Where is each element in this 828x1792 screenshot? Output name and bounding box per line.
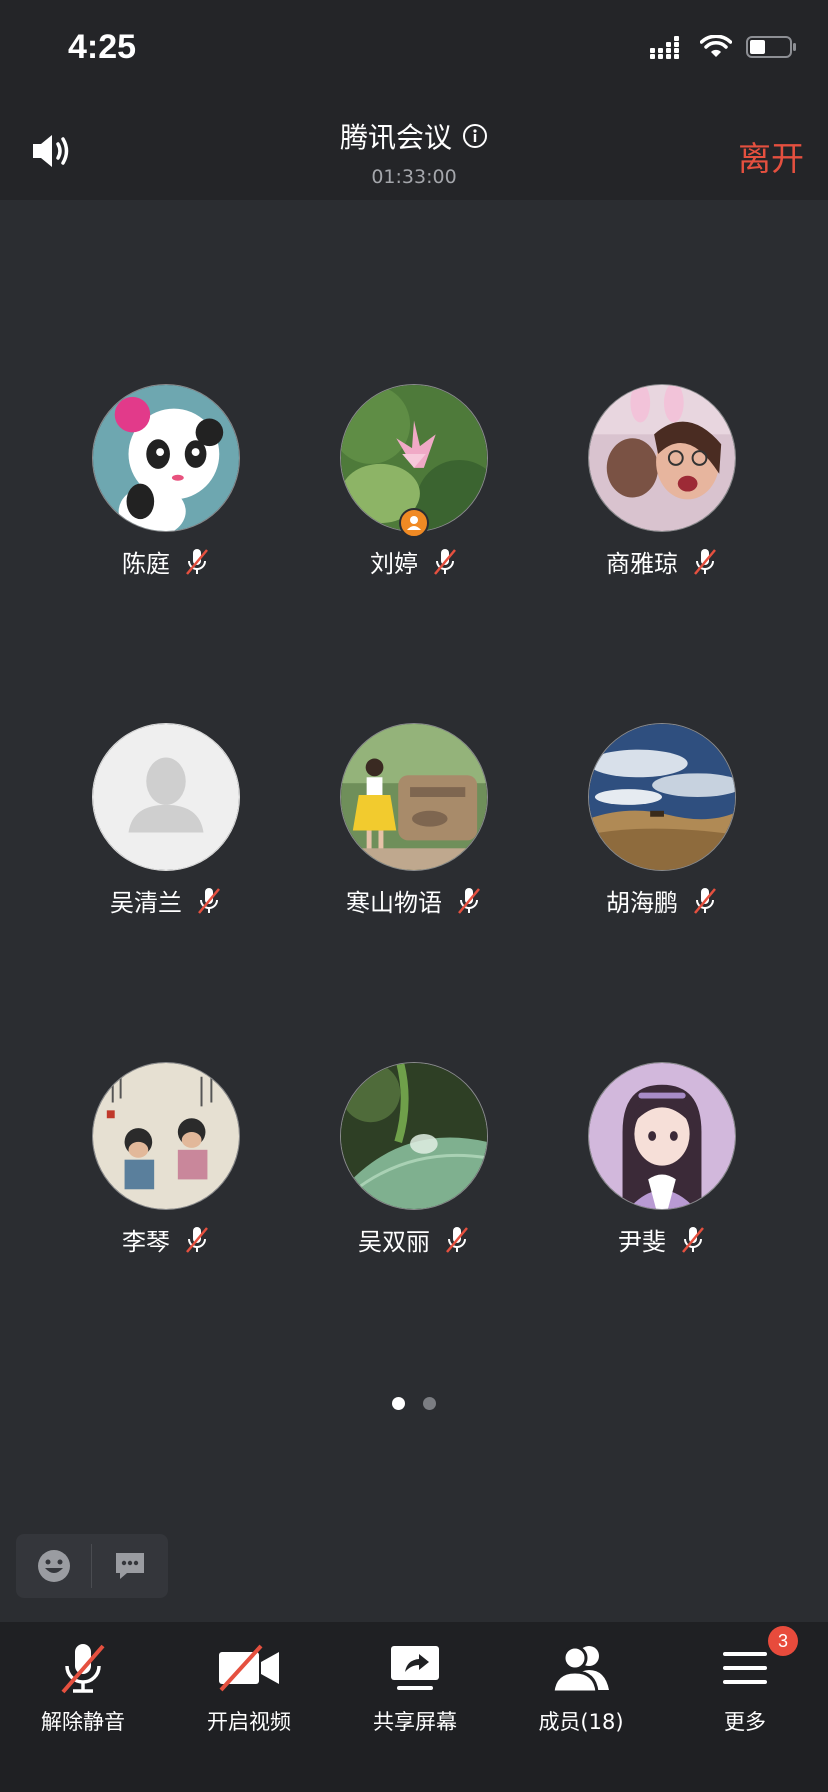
mic-muted-icon [694, 548, 716, 575]
participant-tile[interactable]: 尹斐 [538, 1062, 786, 1262]
mic-muted-icon [198, 887, 220, 914]
share-screen-icon [391, 1646, 439, 1690]
share-screen-label: 共享屏幕 [373, 1710, 457, 1734]
avatar [92, 723, 240, 871]
smiley-icon [37, 1550, 70, 1582]
more-label: 更多 [724, 1710, 766, 1734]
participant-name: 吴双丽 [358, 1228, 430, 1256]
more-button[interactable]: 3 更多 [662, 1622, 828, 1742]
title-area: 腾讯会议 01:33:00 [0, 116, 828, 188]
participant-name: 刘婷 [370, 550, 418, 578]
members-icon [551, 1645, 609, 1694]
mic-muted-icon [694, 887, 716, 914]
meeting-header: 腾讯会议 01:33:00 离开 [0, 100, 828, 200]
page-indicator[interactable] [0, 1397, 828, 1410]
avatar [588, 723, 736, 871]
participant-tile[interactable]: 吴清兰 [42, 723, 290, 923]
host-badge [399, 508, 429, 538]
members-label: 成员(18) [538, 1710, 624, 1734]
participant-tile[interactable]: 胡海鹏 [538, 723, 786, 923]
start-video-button[interactable]: 开启视频 [166, 1622, 332, 1742]
participant-tile[interactable]: 寒山物语 [290, 723, 538, 923]
mic-muted-icon [186, 548, 208, 575]
participant-grid: 陈庭 刘婷 商雅琼 吴清兰 寒山物语 胡海鹏 李琴 吴双丽 尹斐 [0, 200, 828, 1360]
mic-muted-icon [434, 548, 456, 575]
status-bar: 4:25 [0, 0, 828, 100]
page-dot[interactable] [423, 1397, 436, 1410]
yellow-skirt-avatar-image [341, 724, 487, 870]
leave-button[interactable]: 离开 [738, 132, 804, 180]
participant-name: 尹斐 [618, 1228, 666, 1256]
panda-avatar-image [93, 385, 239, 531]
menu-icon [723, 1652, 767, 1684]
default-person-icon [93, 724, 239, 870]
unmute-button[interactable]: 解除静音 [0, 1622, 166, 1742]
participant-name: 胡海鹏 [606, 889, 678, 917]
mic-muted-icon [458, 887, 480, 914]
avatar [340, 723, 488, 871]
participant-tile[interactable]: 陈庭 [42, 384, 290, 584]
mic-muted-icon [446, 1226, 468, 1253]
meeting-duration: 01:33:00 [371, 166, 457, 188]
status-time: 4:25 [68, 28, 137, 66]
participant-tile[interactable]: 李琴 [42, 1062, 290, 1262]
avatar [92, 1062, 240, 1210]
battery-icon [746, 36, 796, 58]
participant-tile[interactable]: 刘婷 [290, 384, 538, 584]
status-icons [650, 32, 798, 62]
members-button[interactable]: 成员(18) [498, 1622, 664, 1742]
chat-bubble-icon [115, 1553, 144, 1579]
unmute-label: 解除静音 [41, 1710, 125, 1734]
start-video-label: 开启视频 [207, 1710, 291, 1734]
cellular-signal-icon [650, 36, 679, 59]
avatar [588, 1062, 736, 1210]
desert-avatar-image [589, 724, 735, 870]
water-drop-avatar-image [341, 1063, 487, 1209]
meeting-title: 腾讯会议 [339, 121, 452, 154]
chat-button[interactable] [92, 1534, 167, 1598]
participant-name: 商雅琼 [606, 550, 678, 578]
bottom-toolbar: 解除静音 开启视频 共享屏幕 成员(18) 3 更多 [0, 1622, 828, 1792]
page-dot-active[interactable] [392, 1397, 405, 1410]
participant-name: 李琴 [122, 1228, 170, 1256]
participant-name: 寒山物语 [346, 889, 442, 917]
video-off-icon [219, 1644, 279, 1692]
share-screen-button[interactable]: 共享屏幕 [332, 1622, 498, 1742]
participant-name: 吴清兰 [110, 889, 182, 917]
avatar [92, 384, 240, 532]
info-icon[interactable] [462, 123, 488, 149]
participant-name: 陈庭 [122, 550, 170, 578]
person-icon [407, 516, 421, 530]
avatar [340, 1062, 488, 1210]
notification-badge: 3 [768, 1626, 798, 1656]
mic-muted-icon [682, 1226, 704, 1253]
participant-tile[interactable]: 吴双丽 [290, 1062, 538, 1262]
participant-tile[interactable]: 商雅琼 [538, 384, 786, 584]
avatar [588, 384, 736, 532]
emoji-button[interactable] [16, 1534, 91, 1598]
mic-muted-icon [186, 1226, 208, 1253]
mic-muted-icon [61, 1644, 105, 1694]
ink-painting-avatar-image [93, 1063, 239, 1209]
reaction-bar [16, 1534, 168, 1598]
selfie-avatar-image [589, 385, 735, 531]
wifi-icon [700, 35, 732, 57]
anime-girl-avatar-image [589, 1063, 735, 1209]
